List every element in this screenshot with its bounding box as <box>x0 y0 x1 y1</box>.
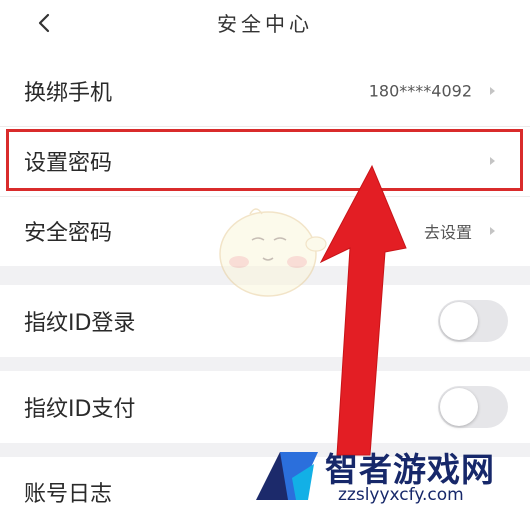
watermark-url: zzslyyxcfy.com <box>338 485 464 505</box>
overlay-graphics <box>219 164 407 500</box>
red-arrow <box>319 164 407 456</box>
mascot-watermark <box>219 208 327 297</box>
watermark-text: 智者游戏网 <box>325 450 495 489</box>
logo-mark <box>256 452 318 500</box>
